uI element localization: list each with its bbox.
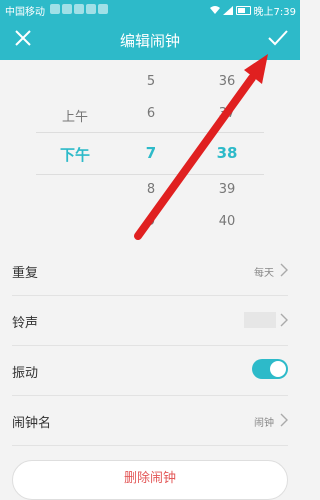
ringtone-label: 铃声 xyxy=(12,316,39,331)
hour-option[interactable]: 5 xyxy=(116,74,186,89)
hour-option[interactable]: 6 xyxy=(116,106,186,121)
ringtone-value xyxy=(244,312,276,328)
chevron-right-icon xyxy=(280,313,288,327)
time-picker: 上午 下午 5 6 7 8 9 36 37 38 39 40 xyxy=(0,60,300,236)
app-notification-icon xyxy=(50,4,60,14)
app-notification-icon xyxy=(98,4,108,14)
repeat-row[interactable]: 重复 每天 xyxy=(12,246,288,296)
chevron-right-icon xyxy=(280,263,288,277)
picker-divider xyxy=(36,132,264,133)
battery-icon xyxy=(235,6,251,15)
ringtone-row[interactable]: 铃声 xyxy=(12,296,288,346)
minute-option[interactable]: 36 xyxy=(192,74,262,89)
chevron-right-icon xyxy=(280,413,288,427)
picker-divider xyxy=(36,174,264,175)
app-header: 编辑闹钟 xyxy=(0,18,300,60)
alarm-name-label: 闹钟名 xyxy=(12,416,52,431)
minute-option-selected[interactable]: 38 xyxy=(192,144,262,162)
vibrate-row: 振动 xyxy=(12,346,288,396)
toggle-knob xyxy=(270,361,286,377)
minute-option[interactable]: 37 xyxy=(192,106,262,121)
carrier-label: 中国移动 xyxy=(5,7,45,18)
period-option-selected[interactable]: 下午 xyxy=(40,144,110,165)
minute-option[interactable]: 40 xyxy=(192,214,262,229)
alarm-name-row[interactable]: 闹钟名 闹钟 xyxy=(12,396,288,446)
hour-option-selected[interactable]: 7 xyxy=(116,144,186,162)
app-notification-icon xyxy=(86,4,96,14)
repeat-label: 重复 xyxy=(12,266,39,281)
clock-time: 晚上7:39 xyxy=(253,7,296,18)
app-notification-icon xyxy=(74,4,84,14)
notification-icons xyxy=(50,4,108,14)
period-option[interactable]: 上午 xyxy=(40,106,110,125)
signal-icon xyxy=(222,6,233,15)
hour-option[interactable]: 9 xyxy=(116,214,186,229)
wifi-icon xyxy=(209,6,220,14)
repeat-value: 每天 xyxy=(254,268,274,279)
hour-option[interactable]: 8 xyxy=(116,182,186,197)
alarm-name-value: 闹钟 xyxy=(254,418,274,429)
settings-list: 重复 每天 铃声 振动 闹钟名 闹钟 xyxy=(0,246,300,446)
status-bar: 中国移动 晚上7:39 xyxy=(0,0,300,18)
minute-option[interactable]: 39 xyxy=(192,182,262,197)
vibrate-label: 振动 xyxy=(12,366,39,381)
delete-alarm-button[interactable]: 删除闹钟 xyxy=(12,460,288,500)
vibrate-toggle[interactable] xyxy=(252,359,288,379)
app-notification-icon xyxy=(62,4,72,14)
confirm-check-icon[interactable] xyxy=(266,27,290,49)
page-title: 编辑闹钟 xyxy=(119,32,180,50)
